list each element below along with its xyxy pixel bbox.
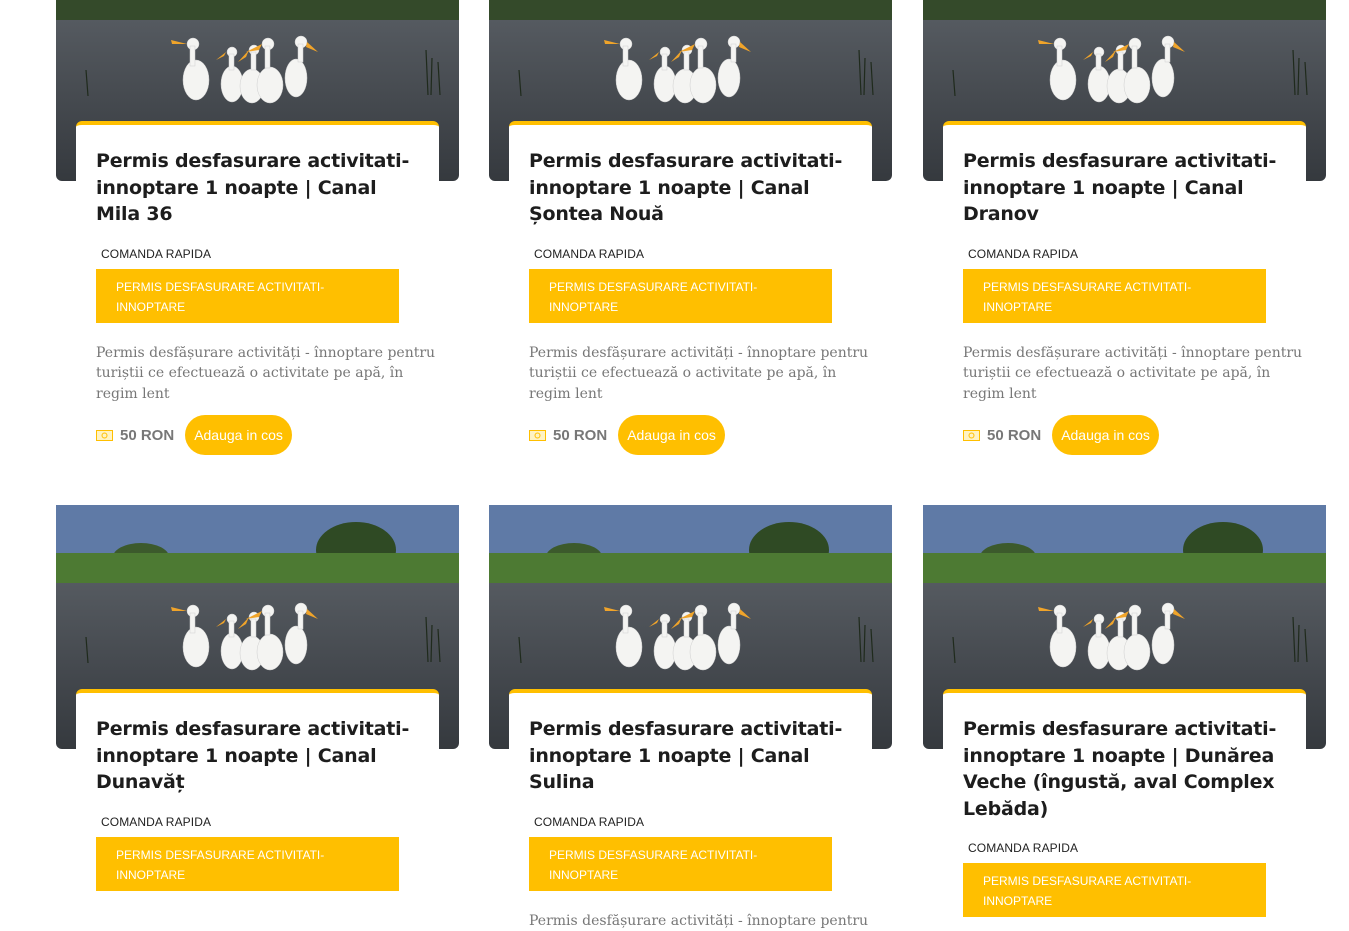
product-title[interactable]: Permis desfasurare activitati-innoptare … — [963, 716, 1283, 822]
quick-order-link[interactable]: COMANDA RAPIDA — [968, 841, 1306, 855]
product-info: Permis desfasurare activitati-innoptare … — [509, 121, 872, 455]
product-description: Permis desfășurare activități - înnoptar… — [529, 343, 869, 405]
money-icon — [96, 430, 113, 441]
price-row: 50 RON Adauga in cos — [529, 415, 872, 455]
add-to-cart-button[interactable]: Adauga in cos — [618, 415, 725, 455]
category-button[interactable]: PERMIS DESFASURARE ACTIVITATI-INNOPTARE — [96, 837, 399, 891]
price-row: 50 RON Adauga in cos — [96, 415, 439, 455]
product-info: Permis desfasurare activitati-innoptare … — [76, 689, 439, 891]
category-button[interactable]: PERMIS DESFASURARE ACTIVITATI-INNOPTARE — [96, 269, 399, 323]
product-price: 50 RON — [120, 427, 174, 444]
product-description: Permis desfășurare activități - înnoptar… — [529, 911, 869, 931]
product-title[interactable]: Permis desfasurare activitati-innoptare … — [963, 148, 1283, 228]
product-price: 50 RON — [553, 427, 607, 444]
category-button[interactable]: PERMIS DESFASURARE ACTIVITATI-INNOPTARE — [529, 269, 832, 323]
quick-order-link[interactable]: COMANDA RAPIDA — [101, 247, 439, 261]
product-info: Permis desfasurare activitati-innoptare … — [509, 689, 872, 931]
quick-order-link[interactable]: COMANDA RAPIDA — [534, 815, 872, 829]
product-title[interactable]: Permis desfasurare activitati-innoptare … — [529, 148, 849, 228]
price-row: 50 RON Adauga in cos — [963, 415, 1306, 455]
product-description: Permis desfășurare activități - înnoptar… — [963, 343, 1303, 405]
product-info: Permis desfasurare activitati-innoptare … — [943, 121, 1306, 455]
product-title[interactable]: Permis desfasurare activitati-innoptare … — [96, 716, 416, 796]
product-title[interactable]: Permis desfasurare activitati-innoptare … — [96, 148, 416, 228]
product-info: Permis desfasurare activitati-innoptare … — [943, 689, 1306, 917]
category-button[interactable]: PERMIS DESFASURARE ACTIVITATI-INNOPTARE — [963, 269, 1266, 323]
add-to-cart-button[interactable]: Adauga in cos — [185, 415, 292, 455]
money-icon — [529, 430, 546, 441]
add-to-cart-button[interactable]: Adauga in cos — [1052, 415, 1159, 455]
category-button[interactable]: PERMIS DESFASURARE ACTIVITATI-INNOPTARE — [529, 837, 832, 891]
category-button[interactable]: PERMIS DESFASURARE ACTIVITATI-INNOPTARE — [963, 863, 1266, 917]
money-icon — [963, 430, 980, 441]
product-price: 50 RON — [987, 427, 1041, 444]
product-description: Permis desfășurare activități - înnoptar… — [96, 343, 436, 405]
quick-order-link[interactable]: COMANDA RAPIDA — [968, 247, 1306, 261]
product-info: Permis desfasurare activitati-innoptare … — [76, 121, 439, 455]
quick-order-link[interactable]: COMANDA RAPIDA — [534, 247, 872, 261]
quick-order-link[interactable]: COMANDA RAPIDA — [101, 815, 439, 829]
product-title[interactable]: Permis desfasurare activitati-innoptare … — [529, 716, 849, 796]
